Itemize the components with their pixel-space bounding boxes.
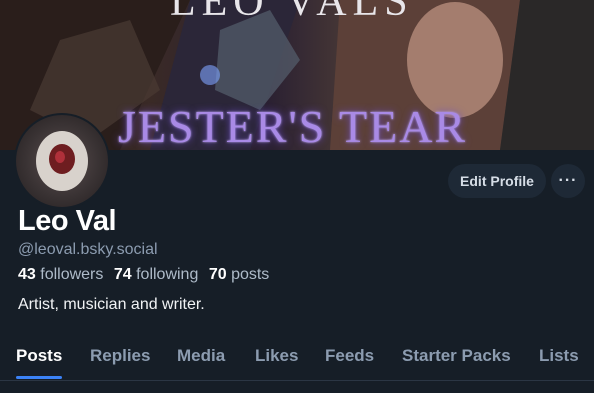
more-options-button[interactable]: ··· (551, 164, 585, 198)
followers-label: followers (40, 266, 104, 283)
followers-link[interactable]: 43 followers (18, 266, 103, 283)
profile-handle: @leoval.bsky.social (18, 241, 158, 258)
profile-stats: 43 followers 74 following 70 posts (18, 266, 269, 284)
active-tab-indicator (16, 376, 62, 379)
edit-profile-button[interactable]: Edit Profile (448, 164, 546, 198)
following-count: 74 (113, 266, 132, 283)
tab-media[interactable]: Media (177, 346, 225, 366)
tab-likes[interactable]: Likes (255, 346, 298, 366)
profile-tabs: Posts Replies Media Likes Feeds Starter … (0, 336, 594, 381)
posts-count: 70 (208, 266, 227, 283)
ellipsis-icon: ··· (558, 172, 578, 189)
following-link[interactable]: 74 following (114, 266, 199, 283)
posts-label: posts (231, 266, 270, 283)
tab-feeds[interactable]: Feeds (325, 346, 374, 366)
tab-starter-packs[interactable]: Starter Packs (402, 346, 511, 366)
avatar[interactable] (14, 113, 110, 209)
posts-stat: 70 posts (209, 266, 270, 283)
followers-count: 43 (18, 266, 36, 283)
banner-title-text: JESTER'S TEAR (118, 101, 468, 150)
following-label: following (136, 266, 199, 283)
display-name: Leo Val (18, 205, 117, 237)
tab-posts[interactable]: Posts (16, 346, 62, 366)
banner-heading-text: LEO VALS (170, 0, 414, 25)
tab-replies[interactable]: Replies (90, 346, 150, 366)
avatar-image (36, 131, 88, 191)
profile-bio: Artist, musician and writer. (18, 296, 205, 313)
tab-lists[interactable]: Lists (539, 346, 579, 366)
